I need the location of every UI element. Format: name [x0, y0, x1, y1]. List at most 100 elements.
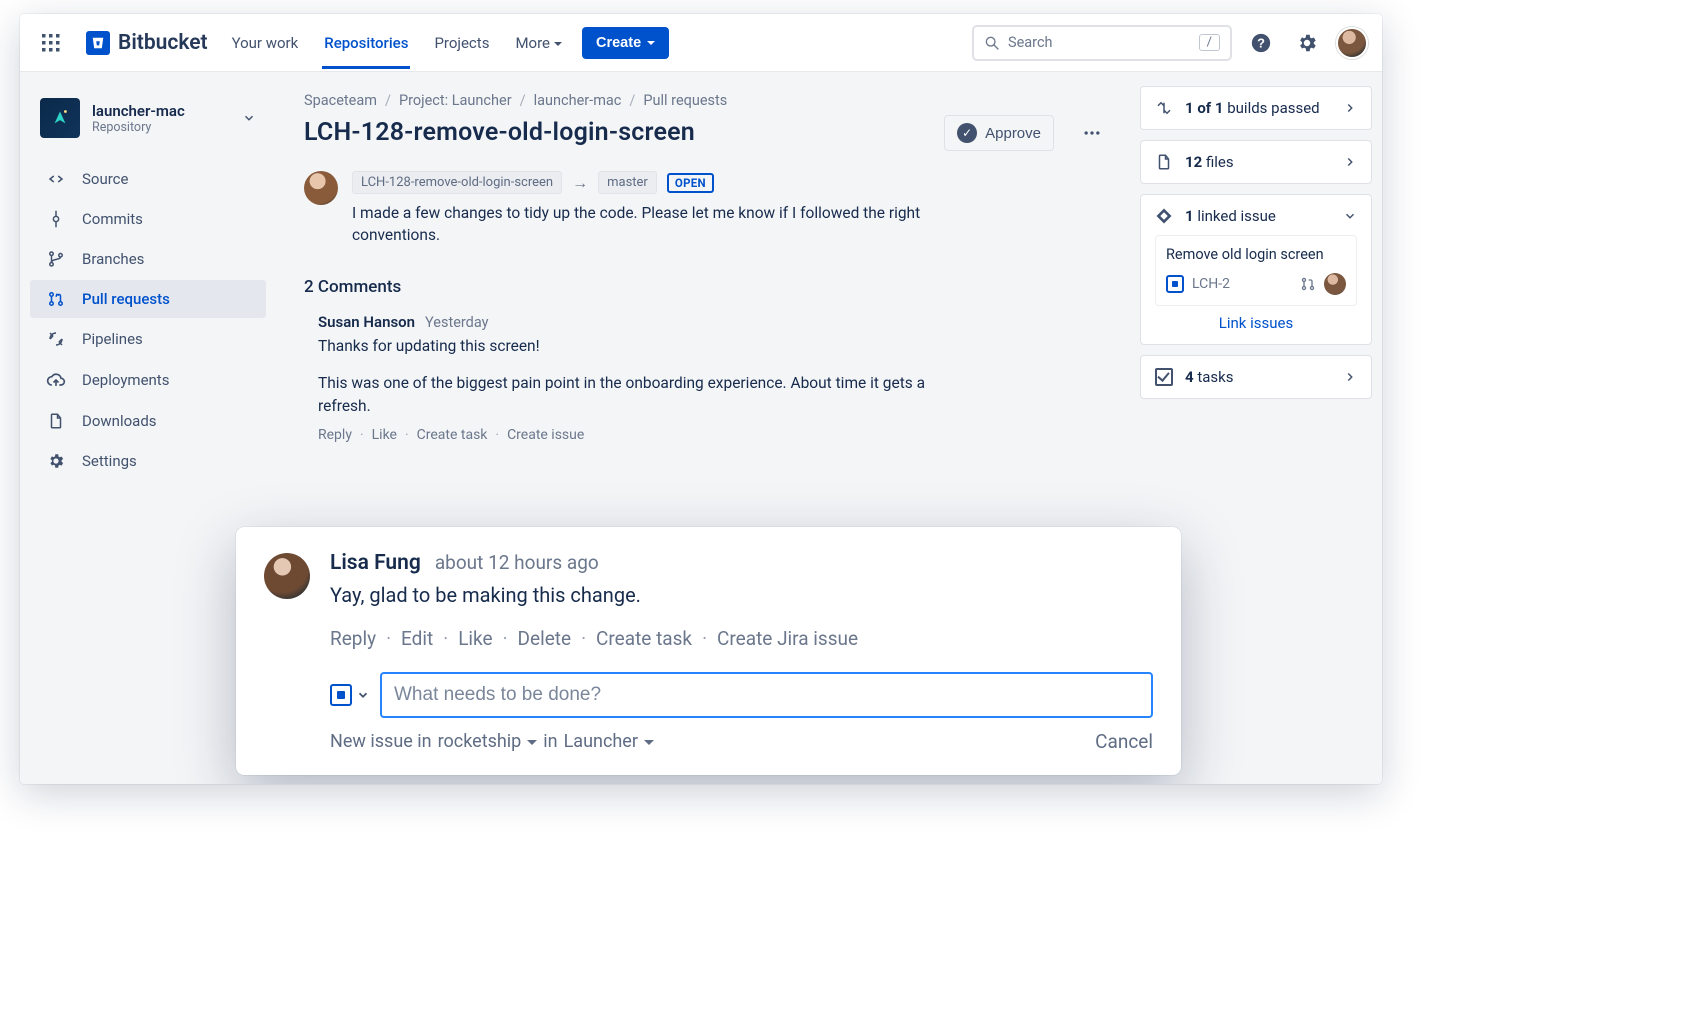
- search-icon: [984, 35, 1000, 51]
- chevron-down-icon: [644, 731, 654, 752]
- builds-panel[interactable]: 1 of 1 builds passed: [1140, 86, 1372, 130]
- status-badge: OPEN: [667, 173, 714, 193]
- linked-issue-title[interactable]: Remove old login screen: [1166, 246, 1346, 263]
- issue-type-icon: [1166, 275, 1184, 293]
- crumb-section[interactable]: Pull requests: [643, 92, 727, 109]
- search-shortcut: /: [1199, 34, 1220, 51]
- sidebar-item-label: Source: [82, 170, 128, 188]
- create-label: Create: [596, 35, 641, 51]
- comment-delete-action[interactable]: Delete: [503, 627, 572, 650]
- author-avatar[interactable]: [304, 171, 338, 205]
- sidebar-item-pull-requests[interactable]: Pull requests: [30, 280, 266, 318]
- issue-summary-input[interactable]: [380, 672, 1153, 718]
- comment-author[interactable]: Susan Hanson: [318, 313, 415, 331]
- files-panel[interactable]: 12 files: [1140, 140, 1372, 184]
- app-switcher-icon[interactable]: [34, 26, 68, 60]
- source-branch-chip[interactable]: LCH-128-remove-old-login-screen: [352, 171, 562, 194]
- comment-text: Yay, glad to be making this change.: [330, 583, 1153, 607]
- svg-text:?: ?: [1257, 35, 1265, 50]
- search-placeholder: Search: [1008, 34, 1191, 51]
- chevron-down-icon: [1343, 209, 1357, 223]
- commenter-avatar[interactable]: [264, 553, 310, 599]
- repo-name: launcher-mac: [92, 102, 185, 120]
- sidebar-item-pipelines[interactable]: Pipelines: [30, 320, 266, 358]
- sidebar-item-label: Pull requests: [82, 290, 170, 308]
- top-nav: Bitbucket Your work Repositories Project…: [20, 14, 1382, 72]
- help-icon[interactable]: ?: [1244, 26, 1278, 60]
- link-issues-button[interactable]: Link issues: [1155, 306, 1357, 332]
- jira-icon: [1155, 207, 1173, 225]
- nav-projects[interactable]: Projects: [432, 17, 491, 69]
- approve-label: Approve: [985, 125, 1041, 142]
- sidebar-item-label: Pipelines: [82, 330, 143, 348]
- comment-like-action[interactable]: Like: [360, 427, 397, 443]
- search-input[interactable]: Search /: [972, 25, 1232, 61]
- chevron-right-icon: [1343, 370, 1357, 384]
- nav-more-label: More: [515, 34, 550, 52]
- comment-like-action[interactable]: Like: [443, 627, 492, 650]
- comment-item: Susan Hanson Yesterday Thanks for updati…: [304, 313, 1108, 443]
- sidebar-item-deployments[interactable]: Deployments: [30, 360, 266, 400]
- nav-more[interactable]: More: [513, 17, 564, 69]
- gear-icon: [46, 452, 66, 470]
- create-button[interactable]: Create: [582, 27, 669, 59]
- nav-repositories[interactable]: Repositories: [322, 17, 410, 69]
- chevron-down-icon: [242, 111, 256, 125]
- product-logo[interactable]: Bitbucket: [86, 31, 208, 55]
- comment-create-issue-action[interactable]: Create issue: [495, 427, 584, 443]
- comment-create-jira-action[interactable]: Create Jira issue: [702, 627, 858, 650]
- sidebar-item-downloads[interactable]: Downloads: [30, 402, 266, 440]
- bitbucket-mark-icon: [86, 31, 110, 55]
- sidebar-item-settings[interactable]: Settings: [30, 442, 266, 480]
- more-actions-button[interactable]: [1076, 117, 1108, 149]
- crumb-repo[interactable]: launcher-mac: [534, 92, 622, 109]
- comments-heading: 2 Comments: [304, 277, 1108, 297]
- approve-button[interactable]: ✓ Approve: [944, 115, 1054, 151]
- assignee-avatar[interactable]: [1324, 273, 1346, 295]
- comment-create-task-action[interactable]: Create task: [405, 427, 487, 443]
- sidebar-item-branches[interactable]: Branches: [30, 240, 266, 278]
- sidebar-item-label: Deployments: [82, 371, 169, 389]
- crumb-team[interactable]: Spaceteam: [304, 92, 377, 109]
- comment-reply-action[interactable]: Reply: [330, 627, 376, 650]
- check-circle-icon: ✓: [957, 123, 977, 143]
- commit-icon: [46, 210, 66, 228]
- repo-switcher[interactable]: launcher-mac Repository: [30, 90, 266, 146]
- linked-issue-text: 1 linked issue: [1185, 207, 1331, 225]
- comment-create-task-action[interactable]: Create task: [581, 627, 692, 650]
- chevron-down-icon: [554, 34, 562, 52]
- file-icon: [1155, 153, 1173, 171]
- issue-key[interactable]: LCH-2: [1192, 276, 1292, 292]
- new-issue-project-picker[interactable]: New issue in rocketship: [330, 731, 537, 752]
- comment-edit-action[interactable]: Edit: [386, 627, 433, 650]
- comment-time: about 12 hours ago: [435, 551, 599, 574]
- chevron-down-icon: [356, 688, 370, 702]
- linked-issue-header[interactable]: 1 linked issue: [1155, 207, 1357, 225]
- sidebar-item-source[interactable]: Source: [30, 160, 266, 198]
- comment-time: Yesterday: [425, 314, 488, 331]
- cancel-button[interactable]: Cancel: [1095, 730, 1153, 753]
- new-issue-container-picker[interactable]: in Launcher: [543, 731, 654, 752]
- tasks-text: 4 tasks: [1185, 368, 1331, 386]
- files-text: 12 files: [1185, 153, 1331, 171]
- breadcrumb: Spaceteam/ Project: Launcher/ launcher-m…: [304, 92, 1108, 109]
- issue-type-picker[interactable]: [330, 684, 370, 706]
- pull-request-icon: [46, 290, 66, 308]
- chevron-right-icon: [1343, 155, 1357, 169]
- chevron-down-icon: [647, 35, 655, 51]
- nav-your-work[interactable]: Your work: [230, 17, 301, 69]
- target-branch-chip[interactable]: master: [598, 171, 657, 194]
- issue-type-icon: [330, 684, 352, 706]
- tasks-panel[interactable]: 4 tasks: [1140, 355, 1372, 399]
- repo-avatar-icon: [40, 98, 80, 138]
- profile-avatar[interactable]: [1336, 27, 1368, 59]
- comment-author[interactable]: Lisa Fung: [330, 551, 421, 575]
- crumb-project[interactable]: Project: Launcher: [399, 92, 512, 109]
- focused-comment-card: Lisa Fung about 12 hours ago Yay, glad t…: [236, 527, 1181, 775]
- settings-gear-icon[interactable]: [1290, 26, 1324, 60]
- sidebar-item-label: Downloads: [82, 412, 157, 430]
- comment-reply-action[interactable]: Reply: [318, 427, 352, 443]
- cloud-upload-icon: [46, 370, 66, 390]
- sidebar-item-commits[interactable]: Commits: [30, 200, 266, 238]
- page-title: LCH-128-remove-old-login-screen: [304, 117, 695, 148]
